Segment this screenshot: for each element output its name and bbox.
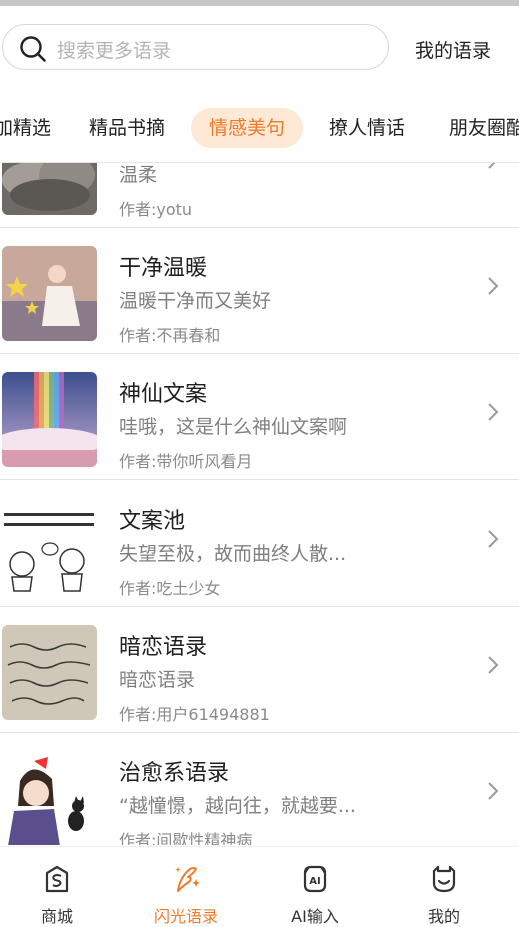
tab-flirty-words[interactable]: 撩人情话 [329,108,405,148]
list-item[interactable]: 干净温暖 温暖干净而又美好 作者:不再春和 [0,228,519,354]
nav-label: 闪光语录 [153,907,218,926]
item-title: 文案池 [119,509,186,534]
status-bar-strip [0,0,519,6]
search-placeholder: 搜索更多语录 [57,40,172,62]
bottom-nav: 商城 闪光语录 AI AI输入 我的 [0,846,519,926]
list-item[interactable]: 神仙文案 哇哦，这是什么神仙文案啊 作者:带你听风看月 [0,354,519,480]
item-description: 失望至极，故而曲终人散... [119,543,347,565]
comic-text-thumbnail [2,499,97,594]
item-author: 作者:带你听风看月 [119,452,253,471]
quill-sparkle-icon [175,867,200,892]
nav-profile[interactable]: 我的 [389,847,499,926]
nav-label: 我的 [427,907,460,926]
svg-text:AI: AI [309,876,320,887]
item-description: 暗恋语录 [119,669,196,691]
item-description: 温暖干净而又美好 [119,290,272,312]
shop-icon [45,865,69,893]
quote-collection-list: 温柔 作者:yotu 干净温暖 温暖干净而又美好 作者:不再春和 神仙文案 哇哦… [0,163,519,845]
chevron-right-icon [488,277,499,295]
ai-keyboard-icon: AI [303,865,327,893]
chevron-right-icon [488,403,499,421]
chevron-right-icon [488,782,499,800]
item-title: 治愈系语录 [119,761,230,786]
item-author: 作者:不再春和 [119,326,221,345]
chevron-right-icon [488,163,496,169]
item-author: 作者:用户61494881 [119,705,270,724]
nav-shop[interactable]: 商城 [2,847,112,926]
nav-ai-input[interactable]: AI AI输入 [260,847,370,926]
nav-label: 商城 [40,907,73,926]
item-author: 作者:吃土少女 [119,579,221,598]
item-description: “越憧憬，越向往，就越要... [119,795,356,817]
list-item[interactable]: 温柔 作者:yotu [0,163,519,228]
tab-emotional-quotes[interactable]: 情感美句 [191,108,304,148]
list-item[interactable]: 暗恋语录 暗恋语录 作者:用户61494881 [0,607,519,733]
handwriting-thumbnail [2,625,97,720]
tab-featured[interactable]: 加精选 [0,108,51,148]
search-icon [20,36,46,62]
rainbow-sky-thumbnail [2,372,97,467]
kiki-cat-thumbnail [2,751,97,845]
item-title: 干净温暖 [119,256,208,281]
profile-face-icon [432,865,456,893]
item-title: 暗恋语录 [119,635,208,660]
nav-label: AI输入 [291,907,339,926]
girl-stars-thumbnail [2,246,97,341]
item-author: 作者:yotu [119,200,193,219]
list-item[interactable]: 治愈系语录 “越憧憬，越向往，就越要... 作者:间歇性精神病 [0,733,519,845]
chevron-right-icon [488,656,499,674]
chevron-right-icon [488,530,499,548]
clouds-thumbnail [2,163,97,215]
item-description: 哇哦，这是什么神仙文案啊 [119,416,348,438]
my-quotes-link[interactable]: 我的语录 [415,36,491,63]
tab-moments[interactable]: 朋友圈酷 [449,108,519,148]
search-input[interactable]: 搜索更多语录 [2,24,389,70]
category-tabs: 加精选 精品书摘 情感美句 撩人情话 朋友圈酷 [0,108,519,152]
item-title: 神仙文案 [119,382,208,407]
item-author: 作者:间歇性精神病 [119,831,253,845]
list-item[interactable]: 文案池 失望至极，故而曲终人散... 作者:吃土少女 [0,481,519,607]
item-description: 温柔 [119,164,158,186]
tab-book-excerpts[interactable]: 精品书摘 [89,108,165,148]
nav-sparkle-quotes[interactable]: 闪光语录 [131,847,241,926]
